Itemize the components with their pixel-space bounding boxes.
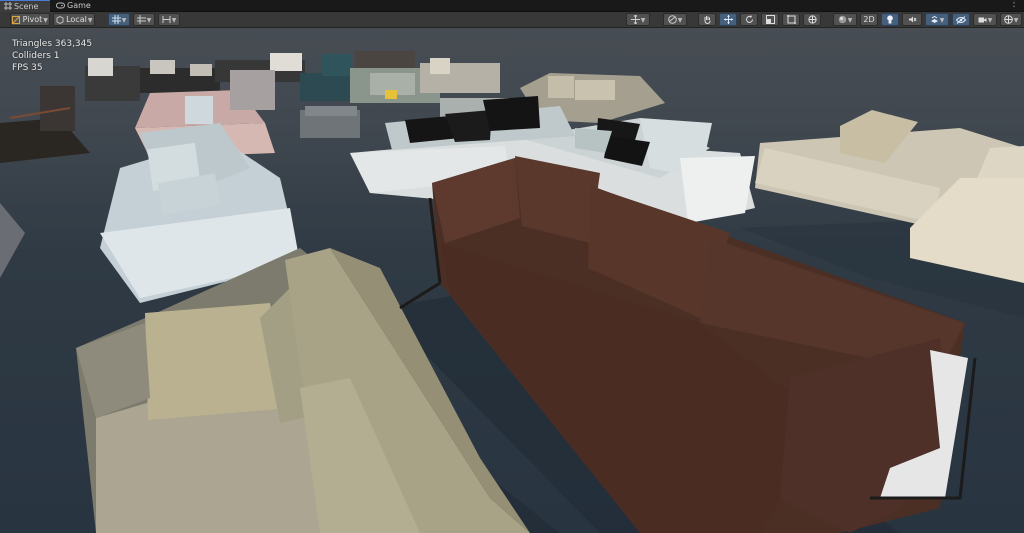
toggle-2d-button[interactable]: 2D	[860, 13, 878, 26]
chevron-down-icon: ▼	[87, 17, 93, 24]
grid-snapping-button[interactable]: ▼	[108, 13, 130, 26]
move-tool-button[interactable]	[719, 13, 737, 26]
scene-toolbar: Pivot▼ Local▼ ▼ ▼ ▼ ▼ ▼ ▼ 2D ▼ ▼ ▼	[0, 12, 1024, 28]
scale-icon	[765, 15, 775, 24]
hand-icon	[704, 16, 710, 25]
stats-overlay: Triangles 363,345 Colliders 1 FPS 35	[12, 38, 92, 74]
magnet-snap-icon	[162, 16, 171, 23]
gizmo-move-mode-dropdown[interactable]: ▼	[626, 13, 650, 26]
effects-dropdown[interactable]: ▼	[925, 13, 949, 26]
local-label: Local	[66, 15, 87, 24]
rotate-icon	[745, 15, 753, 23]
hash-grid-icon	[4, 2, 12, 10]
lightbulb-icon	[887, 15, 893, 24]
transform-tool-button[interactable]	[803, 13, 821, 26]
tab-scene[interactable]: Scene	[0, 0, 50, 12]
transform-icon	[807, 15, 817, 24]
local-dropdown[interactable]: Local▼	[53, 13, 95, 26]
orientation-dropdown[interactable]: ▼	[663, 13, 687, 26]
colliders-stat: Colliders 1	[12, 51, 60, 61]
chevron-down-icon: ▼	[43, 17, 48, 24]
camera-settings-dropdown[interactable]: ▼	[973, 13, 997, 26]
tab-game[interactable]: Game	[52, 0, 96, 11]
local-space-icon	[56, 15, 64, 25]
pivot-icon	[12, 16, 21, 24]
triangles-stat: Triangles 363,345	[12, 39, 93, 49]
pivot-dropdown[interactable]: Pivot▼	[10, 13, 50, 26]
rect-tool-button[interactable]	[782, 13, 800, 26]
scale-tool-button[interactable]	[761, 13, 779, 26]
pivot-label: Pivot	[22, 15, 43, 24]
move-arrows-icon	[630, 14, 640, 25]
rect-tool-icon	[786, 15, 796, 24]
effects-layers-icon	[930, 15, 938, 23]
fps-stat: FPS 35	[12, 63, 43, 73]
grid-icon	[136, 15, 146, 24]
window-tab-bar: Scene Game ⋮	[0, 0, 1024, 12]
hand-tool-button[interactable]	[698, 13, 716, 26]
draw-mode-dropdown[interactable]: ▼	[833, 13, 857, 26]
shading-sphere-icon	[838, 15, 846, 24]
eye-crossed-icon	[955, 16, 967, 24]
lighting-toggle-button[interactable]	[881, 13, 899, 26]
camera-icon	[978, 17, 987, 23]
audio-toggle-button[interactable]	[902, 13, 922, 26]
globe-icon	[667, 15, 677, 24]
move-tool-icon	[723, 15, 733, 24]
tab-scene-label: Scene	[14, 2, 39, 11]
rotate-tool-button[interactable]	[740, 13, 758, 26]
grid-visibility-button[interactable]: ▼	[133, 13, 155, 26]
mode-2d-label: 2D	[863, 15, 875, 24]
gamepad-icon	[56, 2, 65, 9]
scene-viewport[interactable]: Triangles 363,345 Colliders 1 FPS 35	[0, 28, 1024, 533]
snap-increment-button[interactable]: ▼	[158, 13, 180, 26]
speaker-muted-icon	[908, 16, 916, 23]
armchair-dark	[0, 86, 90, 278]
scene-render	[0, 51, 1024, 533]
tab-game-label: Game	[67, 1, 91, 10]
hidden-objects-toggle[interactable]	[952, 13, 970, 26]
grid-snap-icon	[111, 15, 121, 24]
gizmo-globe-icon	[1003, 15, 1013, 24]
more-options-icon[interactable]: ⋮	[1009, 0, 1019, 11]
gizmos-dropdown[interactable]: ▼	[1000, 13, 1022, 26]
